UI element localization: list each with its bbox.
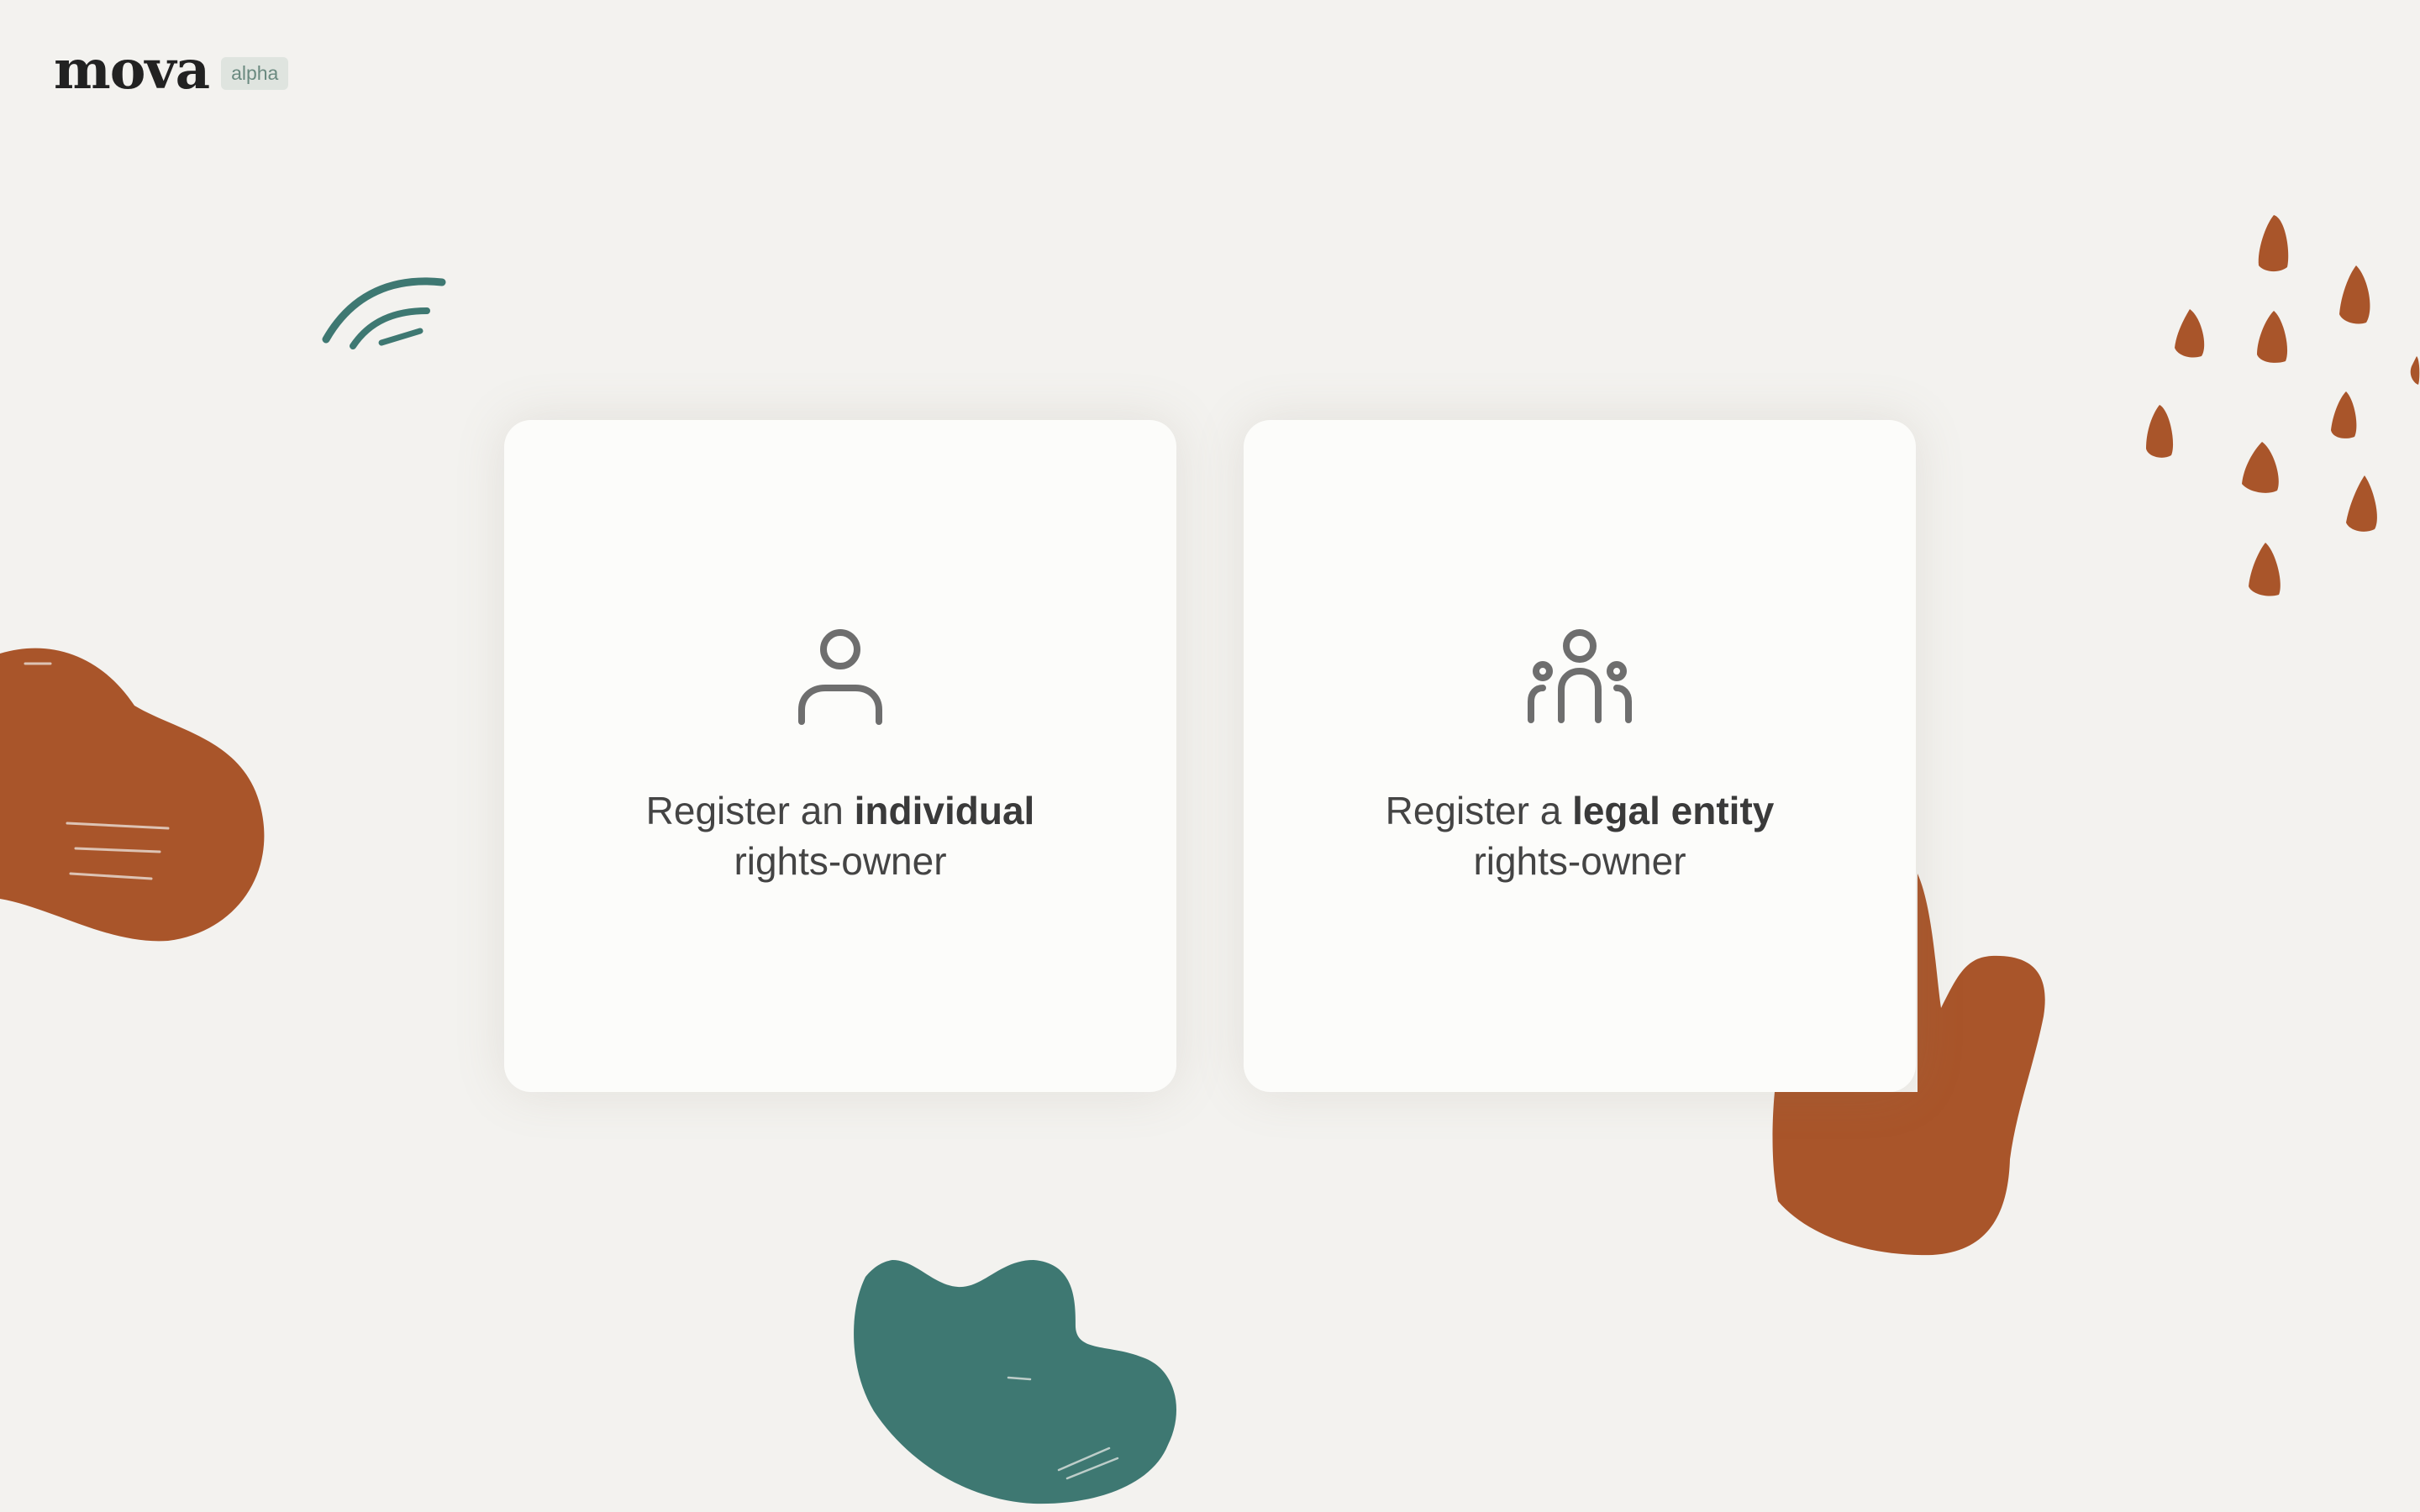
- teal-swoosh-shape: [322, 277, 446, 349]
- teal-blob-bottom: [854, 1260, 1176, 1504]
- register-individual-label: Register an individual rights-owner: [646, 785, 1035, 886]
- teal-blob-texture: [1007, 1376, 1119, 1480]
- register-individual-prefix: Register an: [645, 789, 855, 832]
- mova-logo[interactable]: mova: [54, 44, 210, 97]
- app-header: mova alpha: [54, 37, 289, 104]
- register-legal-entity-suffix: rights-owner: [1473, 839, 1686, 883]
- group-icon: [1528, 629, 1632, 723]
- register-individual-emphasis: individual: [854, 789, 1035, 832]
- alpha-badge: alpha: [221, 56, 289, 90]
- person-icon: [798, 629, 882, 725]
- rust-dots-cluster: [2146, 215, 2420, 596]
- register-individual-suffix: rights-owner: [734, 839, 947, 883]
- background-decorations: [0, 215, 2420, 1504]
- register-legal-entity-prefix: Register a: [1385, 789, 1573, 832]
- rust-blob-left-texture: [24, 662, 170, 880]
- rust-blob-left: [0, 648, 265, 942]
- register-individual-card[interactable]: Register an individual rights-owner: [504, 420, 1176, 1092]
- register-legal-entity-label: Register a legal entity rights-owner: [1386, 785, 1775, 886]
- register-legal-entity-emphasis: legal entity: [1572, 789, 1775, 832]
- register-legal-entity-card[interactable]: Register a legal entity rights-owner: [1244, 420, 1916, 1092]
